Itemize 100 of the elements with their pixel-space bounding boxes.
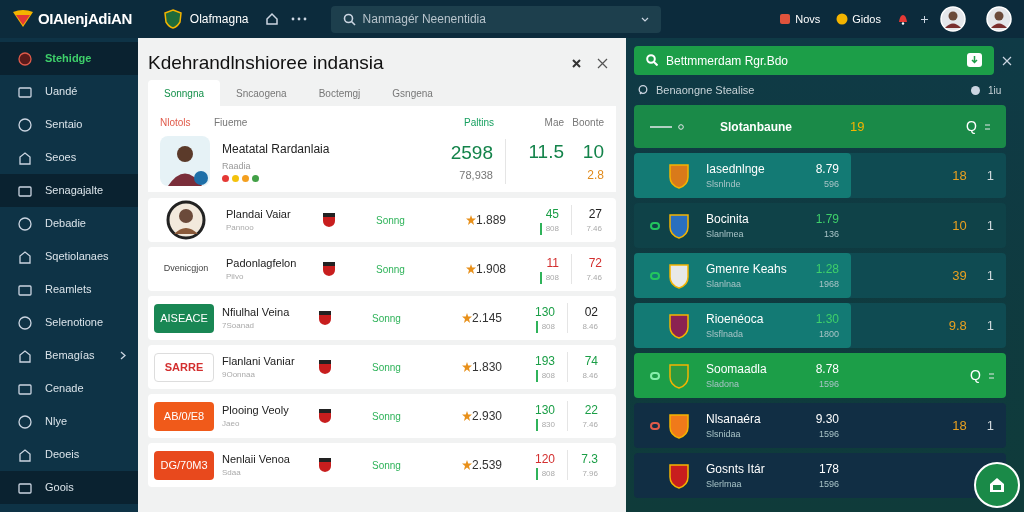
points-sub: 78,938 (459, 168, 493, 183)
sidebar-item[interactable]: Sqetiolanaes (0, 240, 138, 273)
flag-icon (779, 13, 792, 25)
team-subtitle: Slsnlnde (706, 177, 742, 191)
chevron-icon (120, 351, 126, 360)
player-subtitle: 9Oonnaa (222, 369, 256, 382)
star-icon (462, 313, 472, 323)
column-header: Paltins (463, 115, 494, 130)
player-row[interactable]: SARRE Flanlani Vaniar 9Oonnaa Sonng 1.830 193 808 74 8.46 (148, 345, 616, 389)
team-value: 1.79 (815, 210, 839, 228)
team-score: 18 (952, 166, 967, 185)
stat-value: 45 (545, 206, 559, 223)
player-row[interactable]: AB/0/E8 Plooing Veoly Jaeo Sonng 2.930 130 830 22 7.46 (148, 394, 616, 438)
logo-badge: SARRE (154, 352, 214, 382)
player-name: Plooing Veoly (222, 402, 290, 418)
team-row[interactable]: Gosnts Itár Slerlmaa 178 1596 (634, 453, 1006, 498)
sidebar-item[interactable]: Deoeis (0, 438, 138, 471)
team-score: 10 (952, 216, 967, 235)
tab[interactable]: Boctemgj (302, 80, 377, 106)
sidebar-item[interactable]: Nlye (0, 405, 138, 438)
sidebar-item[interactable]: Bemagías (0, 339, 138, 372)
player-name: Plandai Vaiar (226, 206, 292, 222)
crest-icon (668, 462, 690, 489)
chat-icon (638, 85, 648, 95)
sidebar-item[interactable]: Reamlets (0, 273, 138, 306)
team-rank: 1 (986, 166, 994, 185)
tab[interactable]: Sonngna (148, 80, 221, 106)
player-subtitle: 7Soanad (222, 320, 256, 333)
tab[interactable]: Gsngena (376, 80, 449, 106)
close-icon (1002, 55, 1012, 66)
team-row[interactable]: Nlsanaéra Slsnidaa 9.30 1596 18 1 (634, 403, 1006, 448)
team-value: 178 (818, 460, 839, 478)
circle-icon (17, 413, 33, 430)
player-row[interactable]: DG/70M3 Nenlaii Venoa Sdaa Sonng 2.539 120 808 7.3 7.96 (148, 443, 616, 487)
team-subtitle: Slanlnaa (706, 277, 743, 291)
player-subtitle: Jaeo (222, 418, 241, 431)
logo-badge: DG/70M3 (154, 450, 214, 480)
search-field[interactable]: Nanmagér Neenentidia (330, 5, 661, 33)
status-text: Sonng (376, 262, 406, 277)
rating-text: 1.908 (476, 261, 508, 278)
team-row[interactable]: Bocinita Slanlmea 1.79 136 10 1 (634, 203, 1006, 248)
stat-sub: 808 (539, 272, 559, 284)
stat-sub: 2.8 (587, 167, 604, 185)
player-name: Nenlaii Venoa (222, 451, 291, 467)
sidebar-item[interactable]: Selenotione (0, 306, 138, 339)
crest-icon (318, 408, 332, 424)
sidebar-item[interactable]: Debadie (0, 207, 138, 240)
points-value: 2598 (450, 140, 493, 165)
rating-text: 2.930 (472, 408, 504, 425)
team-value-sub: 1800 (818, 327, 839, 341)
team-rank: 1 (986, 216, 994, 235)
sidebar-item[interactable]: Uandé (0, 75, 138, 108)
team-value: 1.30 (815, 310, 839, 328)
team-value-sub: 1596 (818, 427, 839, 441)
sidebar-item[interactable]: Goois (0, 471, 138, 504)
home-button[interactable] (974, 462, 1020, 508)
team-subtitle: Sladona (706, 377, 741, 391)
team-row[interactable]: Slotanbaune 19 Q (634, 105, 1006, 148)
column-header: Boonte (571, 115, 604, 130)
team-row[interactable]: Gmenre Keahs Slanlnaa 1.28 1968 39 1 (634, 253, 1006, 298)
sort-icon (985, 122, 990, 131)
person-icon (160, 136, 210, 186)
sidebar-item[interactable]: Seoes (0, 141, 138, 174)
team-row[interactable]: Iasednlnge Slsnlnde 8.79 596 18 1 (634, 153, 1006, 198)
crest-icon (318, 359, 332, 375)
stat-value: 120 (534, 451, 555, 468)
nav-link[interactable]: Gidos (852, 10, 881, 28)
sidebar-item[interactable]: Sentaio (0, 108, 138, 141)
crest-icon (318, 457, 332, 473)
player-row[interactable]: Dvenicgjon Padonlagfelon Pilvo Sonng 1.908 11 808 72 7.46 (148, 247, 616, 291)
sidebar-item[interactable]: Stehidge (0, 42, 138, 75)
more-icon (290, 17, 307, 21)
crest-icon (318, 310, 332, 326)
nav-link[interactable]: Novs (795, 10, 821, 28)
team-score: 18 (952, 416, 967, 435)
score-sub: 7.96 (582, 468, 598, 480)
sidebar-item[interactable]: Cenade (0, 372, 138, 405)
star-icon (462, 362, 472, 372)
sidebar-item[interactable]: Senagajalte (0, 174, 138, 207)
team-value: 8.78 (815, 360, 839, 378)
status-text: Sonng (372, 360, 402, 375)
team-name: Slotanbaune (720, 118, 793, 136)
sort-icon (989, 371, 994, 380)
tab[interactable]: Sncaogena (220, 80, 303, 106)
avatar-icon (986, 6, 1012, 32)
rating-text: 1.830 (472, 359, 504, 376)
team-score: 9.8 (948, 316, 967, 335)
stat-sub: 830 (535, 419, 555, 431)
stat-sub: 808 (535, 370, 555, 382)
download-icon (967, 53, 982, 67)
player-row[interactable]: Plandai Vaiar Pannoo Sonng 1.889 45 808 27 7.46 (148, 198, 616, 242)
column-header: Fiueme (214, 115, 249, 130)
team-row[interactable]: Rioenéoca Slsflnada 1.30 1800 9.8 1 (634, 303, 1006, 348)
stat-value: 10 (582, 139, 604, 164)
player-name: Padonlagfelon (226, 255, 298, 271)
stat-value: 130 (534, 402, 555, 419)
player-row[interactable]: AISEACE Nfiulhal Veina 7Soanad Sonng 2.145 130 808 02 8.46 (148, 296, 616, 340)
team-subtitle: Slanlmea (706, 227, 745, 241)
score-sub: 7.46 (586, 223, 602, 235)
team-value-sub: 1968 (818, 277, 839, 291)
